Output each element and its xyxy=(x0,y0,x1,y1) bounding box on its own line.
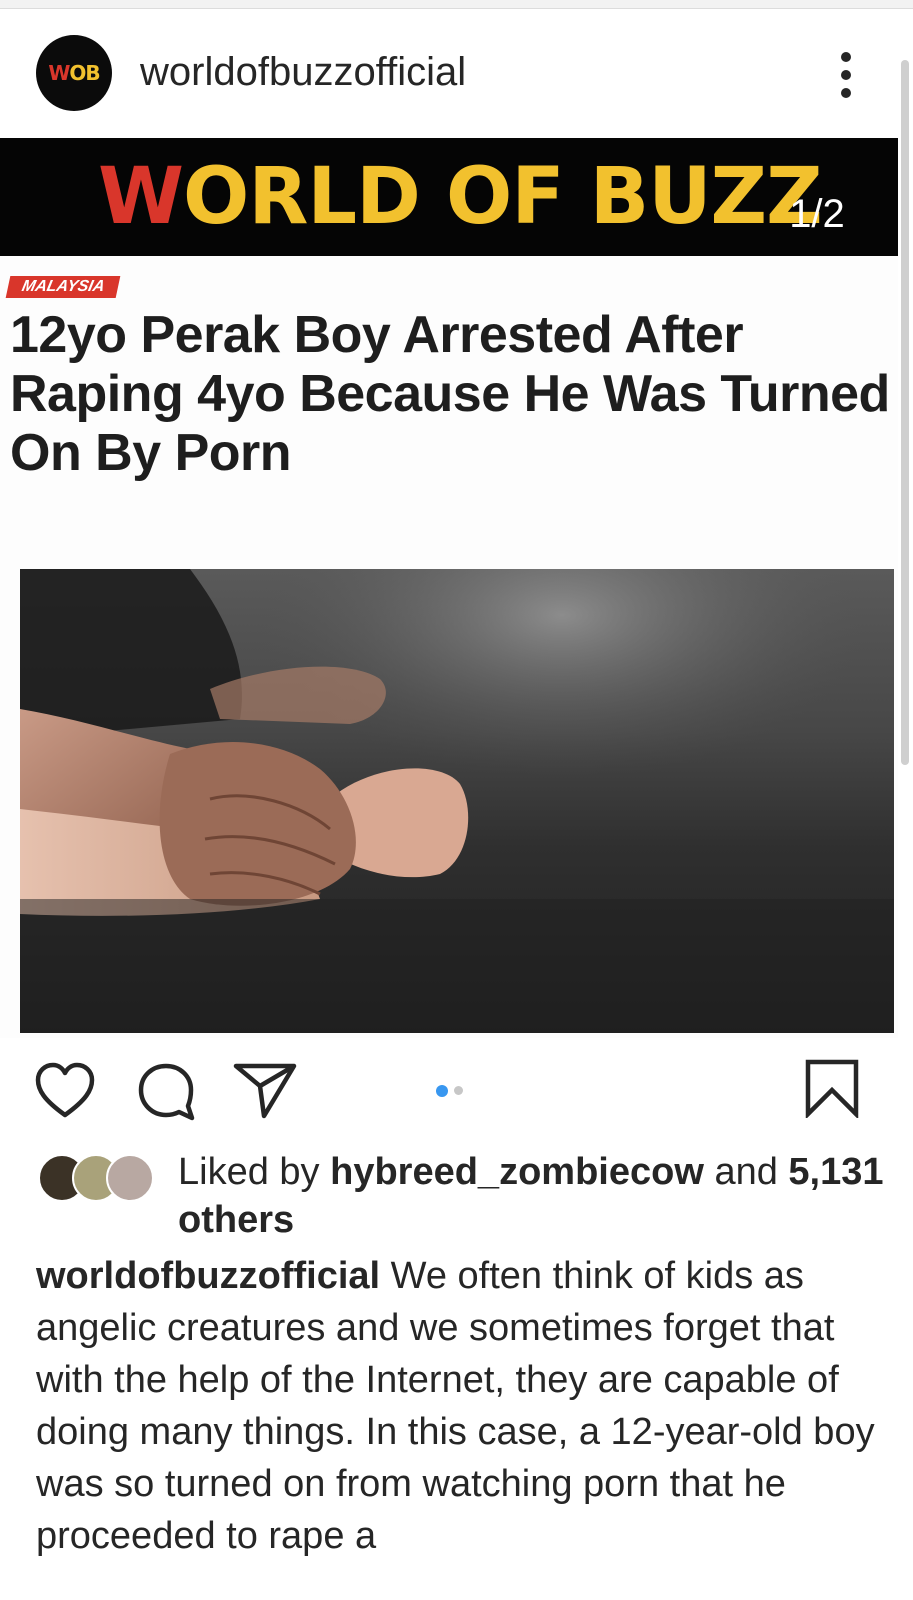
comment-icon[interactable] xyxy=(136,1062,196,1122)
more-vertical-icon[interactable] xyxy=(838,52,854,106)
post-username[interactable]: worldofbuzzofficial xyxy=(140,50,466,95)
status-divider xyxy=(0,0,913,9)
caption-username[interactable]: worldofbuzzofficial xyxy=(36,1255,380,1297)
send-icon[interactable] xyxy=(232,1060,298,1120)
avatar-logo-w: W xyxy=(48,61,70,85)
post-header: W OB worldofbuzzofficial xyxy=(0,10,913,138)
profile-avatar[interactable]: W OB xyxy=(36,35,112,111)
liker-username[interactable]: hybreed_zombiecow xyxy=(330,1151,704,1193)
hands-photo-illustration xyxy=(20,569,894,1033)
liker-avatar[interactable] xyxy=(106,1154,154,1202)
brand-logo: WORLD OF BUZZ xyxy=(98,152,823,242)
likes-text[interactable]: Liked by hybreed_zombiecow and 5,131 oth… xyxy=(178,1148,898,1244)
post-media[interactable]: WORLD OF BUZZ 1/2 MALAYSIA 12yo Perak Bo… xyxy=(0,138,898,1038)
post-caption: worldofbuzzofficial We often think of ki… xyxy=(36,1250,896,1562)
avatar-logo-ob: OB xyxy=(69,61,100,85)
action-bar xyxy=(0,1058,913,1144)
carousel-dots xyxy=(436,1082,469,1100)
carousel-dot xyxy=(454,1086,463,1096)
brand-banner: WORLD OF BUZZ 1/2 xyxy=(0,138,898,256)
heart-icon[interactable] xyxy=(34,1062,96,1120)
bookmark-icon[interactable] xyxy=(804,1058,860,1118)
article-photo xyxy=(20,569,894,1033)
likes-section: Liked by hybreed_zombiecow and 5,131 oth… xyxy=(38,1148,898,1248)
caption-text: We often think of kids as angelic creatu… xyxy=(36,1255,875,1557)
category-badge: MALAYSIA xyxy=(5,276,121,298)
scrollbar[interactable] xyxy=(901,60,909,765)
carousel-dot-active xyxy=(436,1084,448,1097)
page-indicator: 1/2 xyxy=(789,192,845,236)
article-headline: 12yo Perak Boy Arrested After Raping 4yo… xyxy=(10,306,890,482)
